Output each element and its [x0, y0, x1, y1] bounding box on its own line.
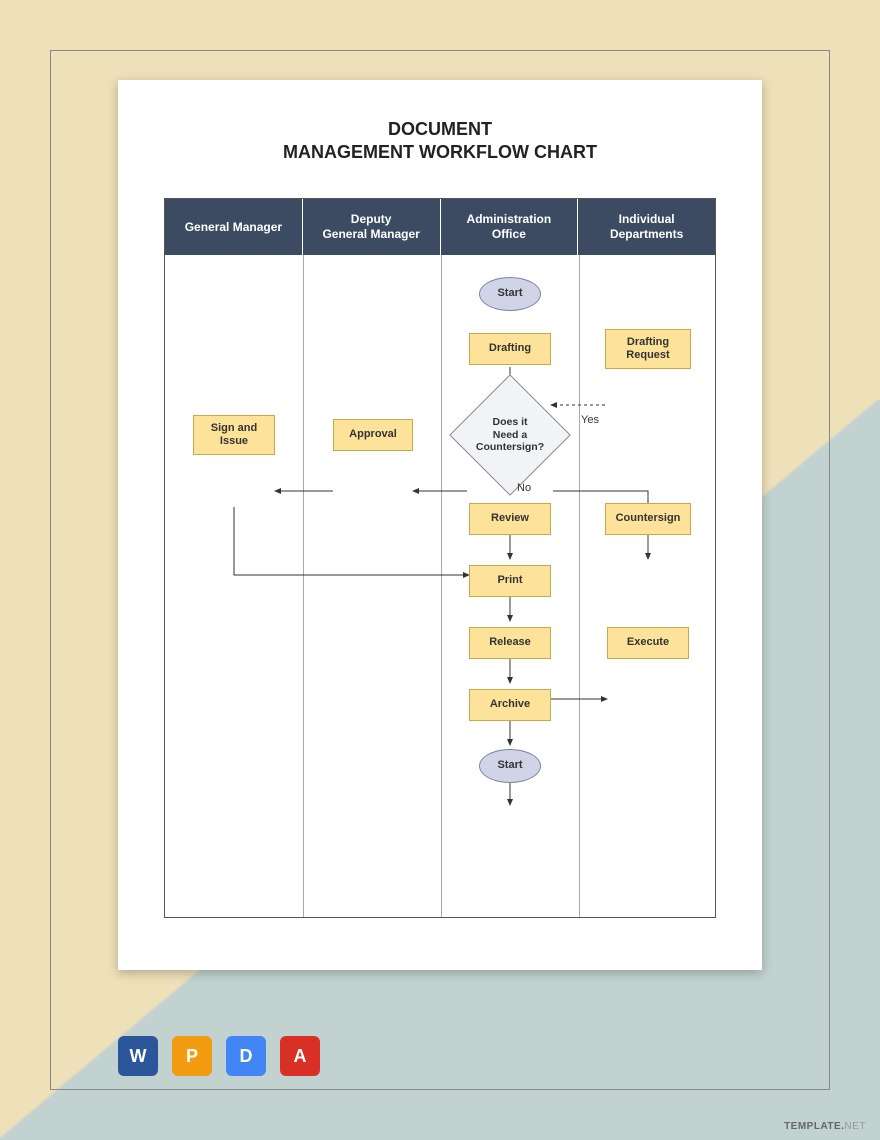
pdf-icon: A — [280, 1036, 320, 1076]
node-review: Review — [469, 503, 551, 535]
decision-text: Does itNeed aCountersign? — [470, 416, 550, 454]
title-line1: DOCUMENT — [118, 118, 762, 141]
node-drafting: Drafting — [469, 333, 551, 365]
pages-icon: P — [172, 1036, 212, 1076]
watermark: TEMPLATE.NET — [784, 1121, 866, 1132]
title-line2: MANAGEMENT WORKFLOW CHART — [118, 141, 762, 164]
node-drafting-request: DraftingRequest — [605, 329, 691, 369]
lanes-body: Start Drafting DraftingRequest Does itNe… — [165, 255, 715, 917]
col-deputy-manager: DeputyGeneral Manager — [303, 199, 441, 255]
label-yes: Yes — [581, 414, 599, 426]
document-page: DOCUMENT MANAGEMENT WORKFLOW CHART Gener… — [118, 80, 762, 970]
word-icon: W — [118, 1036, 158, 1076]
google-docs-icon: D — [226, 1036, 266, 1076]
lane-divider — [441, 255, 442, 917]
page-title: DOCUMENT MANAGEMENT WORKFLOW CHART — [118, 118, 762, 165]
col-individual-depts: IndividualDepartments — [578, 199, 715, 255]
node-release: Release — [469, 627, 551, 659]
watermark-bold: TEMPLATE. — [784, 1121, 844, 1132]
col-general-manager: General Manager — [165, 199, 303, 255]
col-admin-office: AdministrationOffice — [441, 199, 579, 255]
node-start: Start — [479, 277, 541, 311]
format-icons-row: W P D A — [118, 1036, 320, 1076]
node-archive: Archive — [469, 689, 551, 721]
node-sign-issue: Sign andIssue — [193, 415, 275, 455]
swimlane-header: General Manager DeputyGeneral Manager Ad… — [165, 199, 715, 255]
node-approval: Approval — [333, 419, 413, 451]
watermark-light: NET — [845, 1121, 867, 1132]
node-decision: Does itNeed aCountersign? — [467, 392, 553, 478]
node-end: Start — [479, 749, 541, 783]
node-execute: Execute — [607, 627, 689, 659]
swimlane-container: General Manager DeputyGeneral Manager Ad… — [164, 198, 716, 918]
node-countersign: Countersign — [605, 503, 691, 535]
lane-divider — [579, 255, 580, 917]
lane-divider — [303, 255, 304, 917]
node-print: Print — [469, 565, 551, 597]
label-no: No — [517, 482, 531, 494]
